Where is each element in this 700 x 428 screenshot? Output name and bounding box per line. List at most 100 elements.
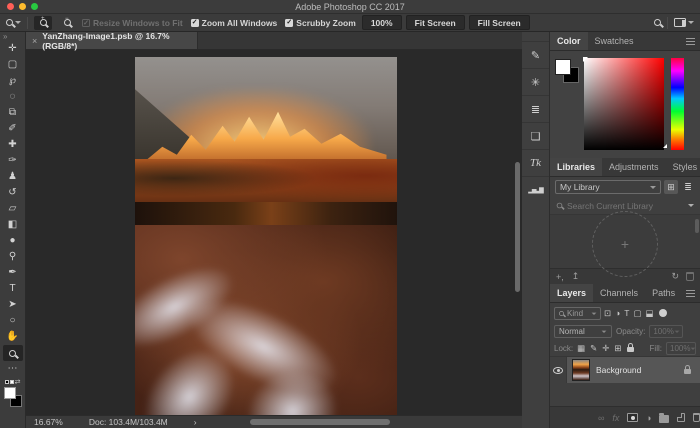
horizontal-scrollbar[interactable] <box>250 419 390 425</box>
foreground-color-swatch[interactable] <box>4 387 16 399</box>
gradient-tool-icon[interactable]: ◧ <box>3 217 23 233</box>
fit-screen-button[interactable]: Fit Screen <box>406 15 465 30</box>
layer-thumbnail[interactable] <box>572 359 590 381</box>
brush-settings-panel-icon[interactable]: ✎ <box>522 41 549 68</box>
eyedropper-tool-icon[interactable]: ✐ <box>3 121 23 137</box>
upload-icon[interactable]: ↥ <box>572 271 580 282</box>
tab-styles[interactable]: Styles <box>666 158 700 176</box>
zoom-out-button[interactable]: − <box>58 16 76 30</box>
tab-channels[interactable]: Channels <box>593 284 645 302</box>
filter-image-icon[interactable]: ⊡ <box>604 308 611 319</box>
layer-filtering-toggle[interactable] <box>659 309 667 317</box>
healing-brush-tool-icon[interactable]: ✚ <box>3 137 23 153</box>
checkbox-zoom-all-windows[interactable]: ✓Zoom All Windows <box>191 18 278 28</box>
blend-mode-select[interactable]: Normal <box>554 325 612 338</box>
fill-field[interactable]: 100% <box>666 342 696 355</box>
status-chevron-icon[interactable]: › <box>194 417 197 427</box>
library-scrollbar[interactable] <box>695 219 699 233</box>
vertical-scrollbar[interactable] <box>515 162 520 292</box>
tools-collapse-icon[interactable]: » <box>0 32 7 41</box>
type-tool-icon[interactable]: T <box>3 281 23 297</box>
zoom-tool-preset[interactable] <box>6 18 21 27</box>
pen-tool-icon[interactable]: ✒ <box>3 265 23 281</box>
library-select[interactable]: My Library <box>555 180 661 194</box>
clone-stamp-tool-icon[interactable]: ♟ <box>3 169 23 185</box>
quick-selection-tool-icon[interactable]: ◌ <box>3 89 23 105</box>
eraser-tool-icon[interactable]: ▱ <box>3 201 23 217</box>
canvas-image[interactable] <box>135 57 397 415</box>
search-icon <box>557 203 563 209</box>
filter-adjustment-icon[interactable]: ◑ <box>615 308 620 318</box>
new-library-item-button[interactable]: +, <box>556 272 564 282</box>
tab-layers[interactable]: Layers <box>550 284 593 302</box>
library-drop-zone[interactable]: + <box>592 211 658 277</box>
histogram-panel-icon[interactable]: ▂▅▃▇ <box>522 176 549 203</box>
filter-type-icon[interactable]: T <box>624 308 629 318</box>
foreground-chip[interactable] <box>555 59 571 75</box>
tab-swatches[interactable]: Swatches <box>588 32 641 50</box>
link-layers-icon[interactable]: ∞ <box>598 413 604 423</box>
search-icon[interactable] <box>654 19 661 26</box>
move-tool-icon[interactable]: ✛ <box>3 41 23 57</box>
add-layer-mask-icon[interactable] <box>627 413 638 422</box>
default-colors-icon[interactable]: ⇄ <box>5 378 21 386</box>
fill-screen-button[interactable]: Fill Screen <box>469 15 530 30</box>
blur-tool-icon[interactable]: ● <box>3 233 23 249</box>
dodge-tool-icon[interactable]: ⚲ <box>3 249 23 265</box>
adjustment-layer-icon[interactable]: ◑ <box>646 413 651 423</box>
edit-toolbar-icon[interactable]: ⋯ <box>3 361 23 377</box>
workspace-switcher[interactable] <box>674 18 694 27</box>
panel-menu-icon[interactable] <box>686 290 695 297</box>
color-swatches-control[interactable] <box>3 387 23 407</box>
filter-star-panel-icon[interactable]: ✳ <box>522 68 549 95</box>
zoom-tool-icon[interactable] <box>3 345 23 361</box>
saturation-square[interactable] <box>584 58 664 150</box>
tab-paths[interactable]: Paths <box>645 284 682 302</box>
hand-tool-icon[interactable]: ✋ <box>3 329 23 345</box>
crop-tool-icon[interactable]: ⧉ <box>3 105 23 121</box>
panel-menu-icon[interactable] <box>686 38 695 45</box>
actions-panel-icon[interactable]: ≣ <box>522 95 549 122</box>
visibility-eye-icon[interactable] <box>553 367 563 374</box>
filter-smart-object-icon[interactable]: ⬓ <box>646 308 654 319</box>
document-tab[interactable]: × YanZhang-Image1.psb @ 16.7% (RGB/8*) <box>26 32 198 49</box>
selection-panel-icon[interactable]: ❏ <box>522 122 549 149</box>
checkbox-scrubby-zoom[interactable]: ✓Scrubby Zoom <box>285 18 356 28</box>
brush-tool-icon[interactable]: ✑ <box>3 153 23 169</box>
delete-layer-icon[interactable] <box>693 413 700 422</box>
zoom-in-button[interactable]: + <box>34 16 52 30</box>
tab-libraries[interactable]: Libraries <box>550 158 602 176</box>
layer-row-background[interactable]: Background <box>550 357 700 383</box>
lock-transparency-icon[interactable]: ▦ <box>577 343 585 354</box>
zoom-action-buttons: 100% Fit Screen Fill Screen <box>362 15 530 30</box>
filter-shape-icon[interactable]: ▢ <box>633 308 641 319</box>
close-tab-icon[interactable]: × <box>32 36 37 46</box>
canvas-area[interactable] <box>26 50 522 415</box>
new-layer-icon[interactable] <box>677 413 685 422</box>
panel-color-swatches[interactable] <box>555 59 581 85</box>
filter-kind-select[interactable]: Kind <box>554 307 601 320</box>
lock-position-icon[interactable]: ✛ <box>602 343 609 354</box>
path-selection-tool-icon[interactable]: ➤ <box>3 297 23 313</box>
opacity-field[interactable]: 100% <box>649 325 683 338</box>
tk-panel-icon[interactable]: Tk <box>522 149 549 176</box>
100%-button[interactable]: 100% <box>362 15 402 30</box>
status-zoom-level[interactable]: 16.67% <box>34 417 63 427</box>
lock-pixels-icon[interactable]: ✎ <box>590 343 597 354</box>
hue-strip[interactable] <box>671 58 684 150</box>
history-brush-tool-icon[interactable]: ↺ <box>3 185 23 201</box>
list-view-button[interactable]: ≣ <box>681 180 695 194</box>
marquee-tool-icon[interactable]: ▢ <box>3 57 23 73</box>
tab-color[interactable]: Color <box>550 32 588 50</box>
lock-all-icon[interactable] <box>627 347 634 352</box>
tab-adjustments[interactable]: Adjustments <box>602 158 666 176</box>
shape-tool-icon[interactable]: ○ <box>3 313 23 329</box>
sync-icon[interactable]: ↻ <box>671 271 679 282</box>
new-group-icon[interactable] <box>659 415 668 423</box>
grid-view-button[interactable]: ⊞ <box>664 180 678 194</box>
lock-artboard-icon[interactable]: ⊞ <box>614 343 621 354</box>
swap-colors-icon[interactable]: ⇄ <box>15 378 21 386</box>
trash-icon[interactable] <box>686 272 694 281</box>
layer-style-fx-icon[interactable]: fx <box>612 413 619 423</box>
lasso-tool-icon[interactable]: ℘ <box>3 73 23 89</box>
